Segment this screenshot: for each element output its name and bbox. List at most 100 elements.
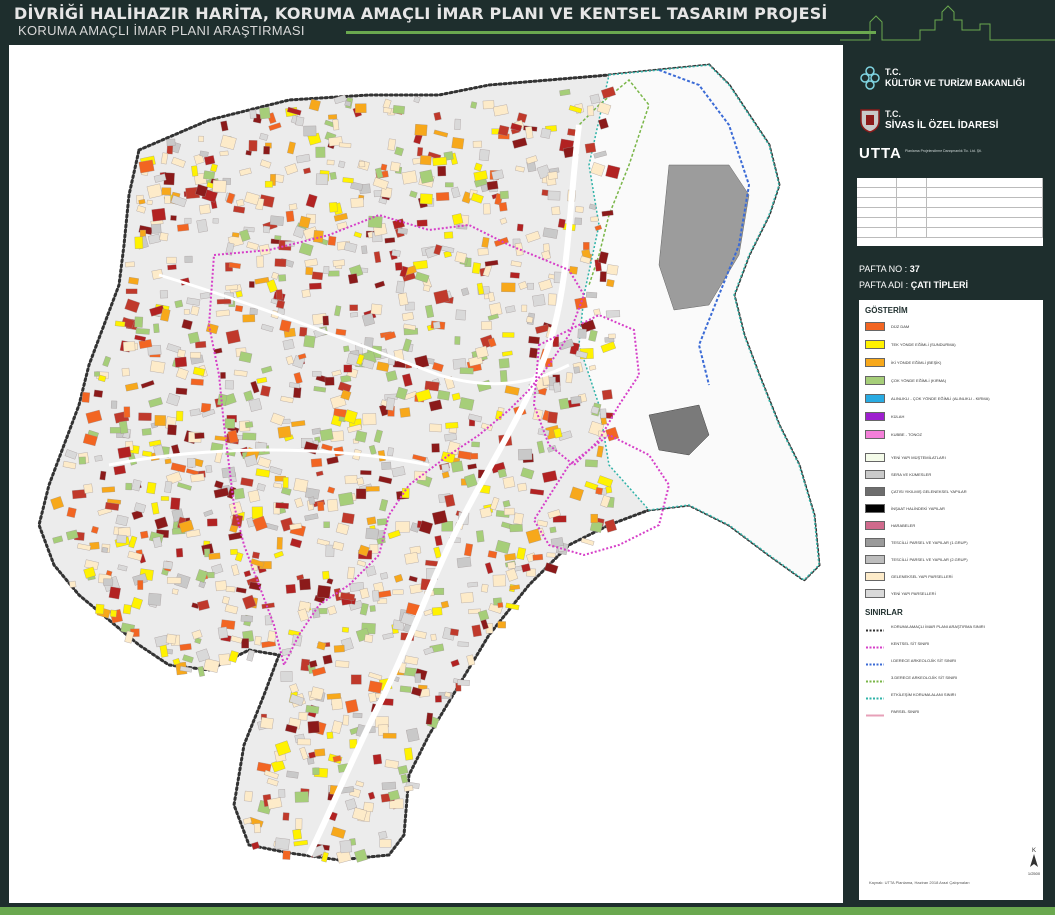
parcel <box>190 352 201 359</box>
title-block-table <box>857 178 1043 246</box>
parcel <box>117 446 132 459</box>
legend-item-other-1: SERA VE KÜMESLER <box>865 470 931 479</box>
bottom-accent-bar <box>0 907 1055 915</box>
parcel <box>326 159 335 166</box>
parcel <box>437 389 451 401</box>
legend-swatch <box>865 589 885 598</box>
parcel <box>176 410 184 422</box>
parcel <box>528 336 540 345</box>
parcel <box>297 738 311 746</box>
legend-label: KÜLAH <box>891 414 905 419</box>
parcel <box>190 378 204 386</box>
parcel <box>146 481 157 495</box>
parcel <box>540 127 552 139</box>
legend-label: TESCİLLİ PARSEL VE YAPILAR (1.GRUP) <box>891 540 968 545</box>
parcel <box>362 413 377 426</box>
parcel <box>498 358 510 369</box>
parcel <box>171 588 179 595</box>
legend-label: YENİ YAPI MÜŞTEMİLATLARI <box>891 455 946 460</box>
parcel <box>431 606 443 616</box>
parcel <box>174 356 188 368</box>
parcel <box>332 259 345 267</box>
parcel <box>349 304 358 311</box>
parcel <box>123 341 136 352</box>
parcel <box>220 372 226 379</box>
parcel <box>507 561 516 570</box>
parcel <box>154 415 166 426</box>
legend-swatch <box>865 707 885 717</box>
parcel <box>208 552 221 560</box>
legend-label: DÜZ DAM <box>891 324 910 329</box>
parcel <box>121 367 130 377</box>
legend-swatch <box>865 358 885 367</box>
parcel <box>303 335 316 348</box>
parcel <box>135 328 150 335</box>
parcel <box>399 685 412 693</box>
logo-area: T.C. KÜLTÜR VE TURİZM BAKANLIĞI T.C. SİV… <box>849 45 1049 175</box>
parcel <box>161 187 172 196</box>
parcel <box>125 261 135 268</box>
parcel <box>549 526 557 534</box>
project-subtitle: KORUMA AMAÇLI İMAR PLANI ARAŞTIRMASI <box>18 23 305 38</box>
legend-label: TESCİLLİ PARSEL VE YAPILAR (2.GRUP) <box>891 557 968 562</box>
parcel <box>361 245 368 254</box>
legend-label: ÇOK YÖNDE EĞİMLİ (KIRMA) <box>891 378 947 383</box>
legend-label: SERA VE KÜMESLER <box>891 472 932 477</box>
parcel <box>316 584 331 599</box>
parcel <box>425 712 434 725</box>
parcel <box>350 674 362 685</box>
parcel <box>498 202 508 212</box>
legend-item-roof-2: İKİ YÖNDE EĞİMLİ (BEŞİK) <box>865 358 941 367</box>
parcel <box>345 699 359 714</box>
parcel <box>242 432 257 441</box>
legend-swatch <box>865 639 885 649</box>
legend-label: KORUMA AMAÇLI İMAR PLANI ARAŞTIRMA SINIR… <box>891 624 985 629</box>
parcel <box>347 566 355 580</box>
parcel <box>482 100 495 110</box>
legend-item-other-4: HARABELER <box>865 521 915 530</box>
parcel <box>274 837 290 850</box>
parcel <box>314 748 326 757</box>
legend-item-roof-0: DÜZ DAM <box>865 322 909 331</box>
parcel <box>499 370 508 383</box>
parcel <box>352 712 363 719</box>
parcel <box>606 279 615 288</box>
parcel <box>392 105 405 115</box>
parcel <box>263 146 270 155</box>
legend-swatch <box>865 504 885 513</box>
parcel <box>384 237 396 244</box>
parcel <box>199 204 211 215</box>
parcel <box>584 142 597 154</box>
parcel <box>151 223 162 234</box>
parcel <box>198 135 204 142</box>
parcel <box>203 170 216 181</box>
pafta-name: PAFTA ADI : ÇATI TİPLERİ <box>859 280 968 290</box>
parcel <box>487 550 498 559</box>
town-map[interactable] <box>9 45 843 903</box>
parcel <box>275 502 289 509</box>
parcel <box>401 170 418 185</box>
province-logo-row: T.C. SİVAS İL ÖZEL İDARESİ <box>859 107 998 133</box>
header: DİVRİĞİ HALİHAZIR HARİTA, KORUMA AMAÇLI … <box>0 0 1055 44</box>
parcel <box>521 304 528 312</box>
parcel <box>322 570 330 580</box>
parcel <box>269 215 285 226</box>
parcel <box>397 227 408 235</box>
map-panel[interactable] <box>9 45 843 903</box>
parcel <box>376 518 388 526</box>
parcel <box>470 453 479 460</box>
parcel <box>323 266 330 275</box>
legend-item-other-8: YENİ YAPI PARSELLERİ <box>865 589 936 598</box>
parcel <box>174 299 184 309</box>
parcel <box>277 425 292 439</box>
parcel <box>599 271 607 283</box>
parcel <box>305 266 314 276</box>
parcel <box>123 406 131 418</box>
parcel <box>509 523 523 533</box>
parcel <box>403 747 414 761</box>
parcel <box>282 339 295 351</box>
parcel <box>528 347 538 359</box>
parcel <box>587 105 595 117</box>
parcel <box>585 459 598 468</box>
parcel <box>557 218 566 229</box>
